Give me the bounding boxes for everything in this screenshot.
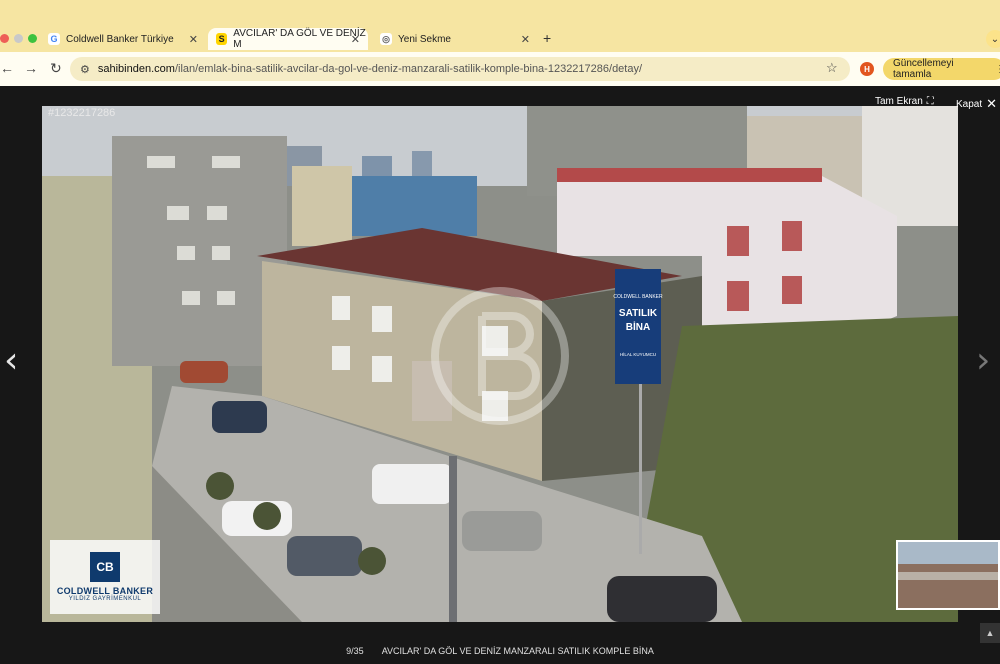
thumbnail-image	[898, 542, 998, 608]
coldwell-banker-logo: CB COLDWELL BANKER YILDIZ GAYRİMENKUL	[50, 540, 160, 614]
up-arrow-icon: ▲	[985, 628, 995, 638]
minimize-window-dot[interactable]	[14, 34, 23, 43]
sign-agent: HİLAL KUYUMCU	[620, 351, 656, 357]
listing-photo[interactable]: COLDWELL BANKER SATILIK BİNA HİLAL KUYUM…	[42, 106, 958, 622]
maximize-window-dot[interactable]	[28, 34, 37, 43]
back-icon[interactable]: ←	[0, 60, 14, 76]
tab-label: AVCILAR' DA GÖL VE DENİZ M	[233, 28, 366, 50]
tab-coldwell-banker[interactable]: G Coldwell Banker Türkiye ✕	[40, 28, 206, 50]
close-icon[interactable]: ✕	[189, 33, 198, 46]
tab-label: Coldwell Banker Türkiye	[66, 33, 174, 45]
fullscreen-button[interactable]: Tam Ekran ⛶	[875, 96, 934, 107]
close-icon: ✕	[986, 96, 998, 111]
close-label: Kapat	[956, 98, 983, 110]
scroll-up-button[interactable]: ▲	[980, 623, 1000, 643]
chrome-icon: ◎	[380, 33, 392, 45]
sign-brand: COLDWELL BANKER	[613, 294, 663, 300]
next-arrow-icon[interactable]: ›	[976, 340, 990, 381]
close-window-dot[interactable]	[0, 34, 9, 43]
tab-search-icon[interactable]: ⌄	[986, 30, 1000, 48]
fullscreen-icon: ⛶	[926, 96, 934, 107]
tab-label: Yeni Sekme	[398, 33, 451, 45]
address-bar[interactable]: ⚙ sahibinden.com/ilan/emlak-bina-satilik…	[70, 57, 850, 81]
previous-arrow-icon[interactable]: ‹	[4, 340, 18, 381]
listing-title: AVCILAR' DA GÖL VE DENİZ MANZARALI SATIL…	[381, 646, 654, 656]
listing-id: #1232217286	[48, 107, 116, 119]
update-button[interactable]: Güncellemeyi tamamla ⋮	[883, 58, 1000, 80]
photo-counter: 9/35	[346, 646, 364, 656]
menu-kebab-icon[interactable]: ⋮	[995, 64, 1000, 75]
logo-name: COLDWELL BANKER	[56, 586, 154, 596]
url-host: sahibinden.com	[97, 63, 175, 75]
update-label: Güncellemeyi tamamla	[893, 58, 954, 80]
sahibinden-s-icon: S	[216, 33, 228, 45]
close-icon[interactable]: ✕	[521, 33, 530, 46]
reload-icon[interactable]: ↻	[50, 60, 62, 77]
gallery-caption: 9/35 AVCILAR' DA GÖL VE DENİZ MANZARALI …	[0, 646, 1000, 656]
new-tab-button[interactable]: +	[543, 30, 551, 46]
extension-icon[interactable]: H	[860, 62, 874, 76]
thumbnail-preview[interactable]	[896, 540, 1000, 610]
building-photo-illustration: COLDWELL BANKER SATILIK BİNA HİLAL KUYUM…	[42, 106, 958, 622]
site-info-icon[interactable]: ⚙	[80, 63, 90, 76]
close-gallery-button[interactable]: Kapat ✕	[956, 96, 997, 112]
logo-subtitle: YILDIZ GAYRİMENKUL	[68, 596, 142, 602]
bookmark-star-icon[interactable]: ☆	[826, 60, 838, 76]
url-path: /ilan/emlak-bina-satilik-avcilar-da-gol-…	[174, 63, 643, 75]
tab-listing[interactable]: S AVCILAR' DA GÖL VE DENİZ M ✕	[208, 28, 368, 50]
cb-logo-mark: CB	[90, 552, 120, 582]
sign-headline-2: BİNA	[626, 320, 650, 333]
close-icon[interactable]: ✕	[351, 33, 360, 46]
tab-new-tab[interactable]: ◎ Yeni Sekme ✕	[372, 28, 538, 50]
forward-icon[interactable]: →	[24, 60, 38, 76]
sign-headline-1: SATILIK	[619, 308, 658, 319]
google-g-icon: G	[48, 33, 60, 45]
fullscreen-label: Tam Ekran	[875, 96, 923, 107]
